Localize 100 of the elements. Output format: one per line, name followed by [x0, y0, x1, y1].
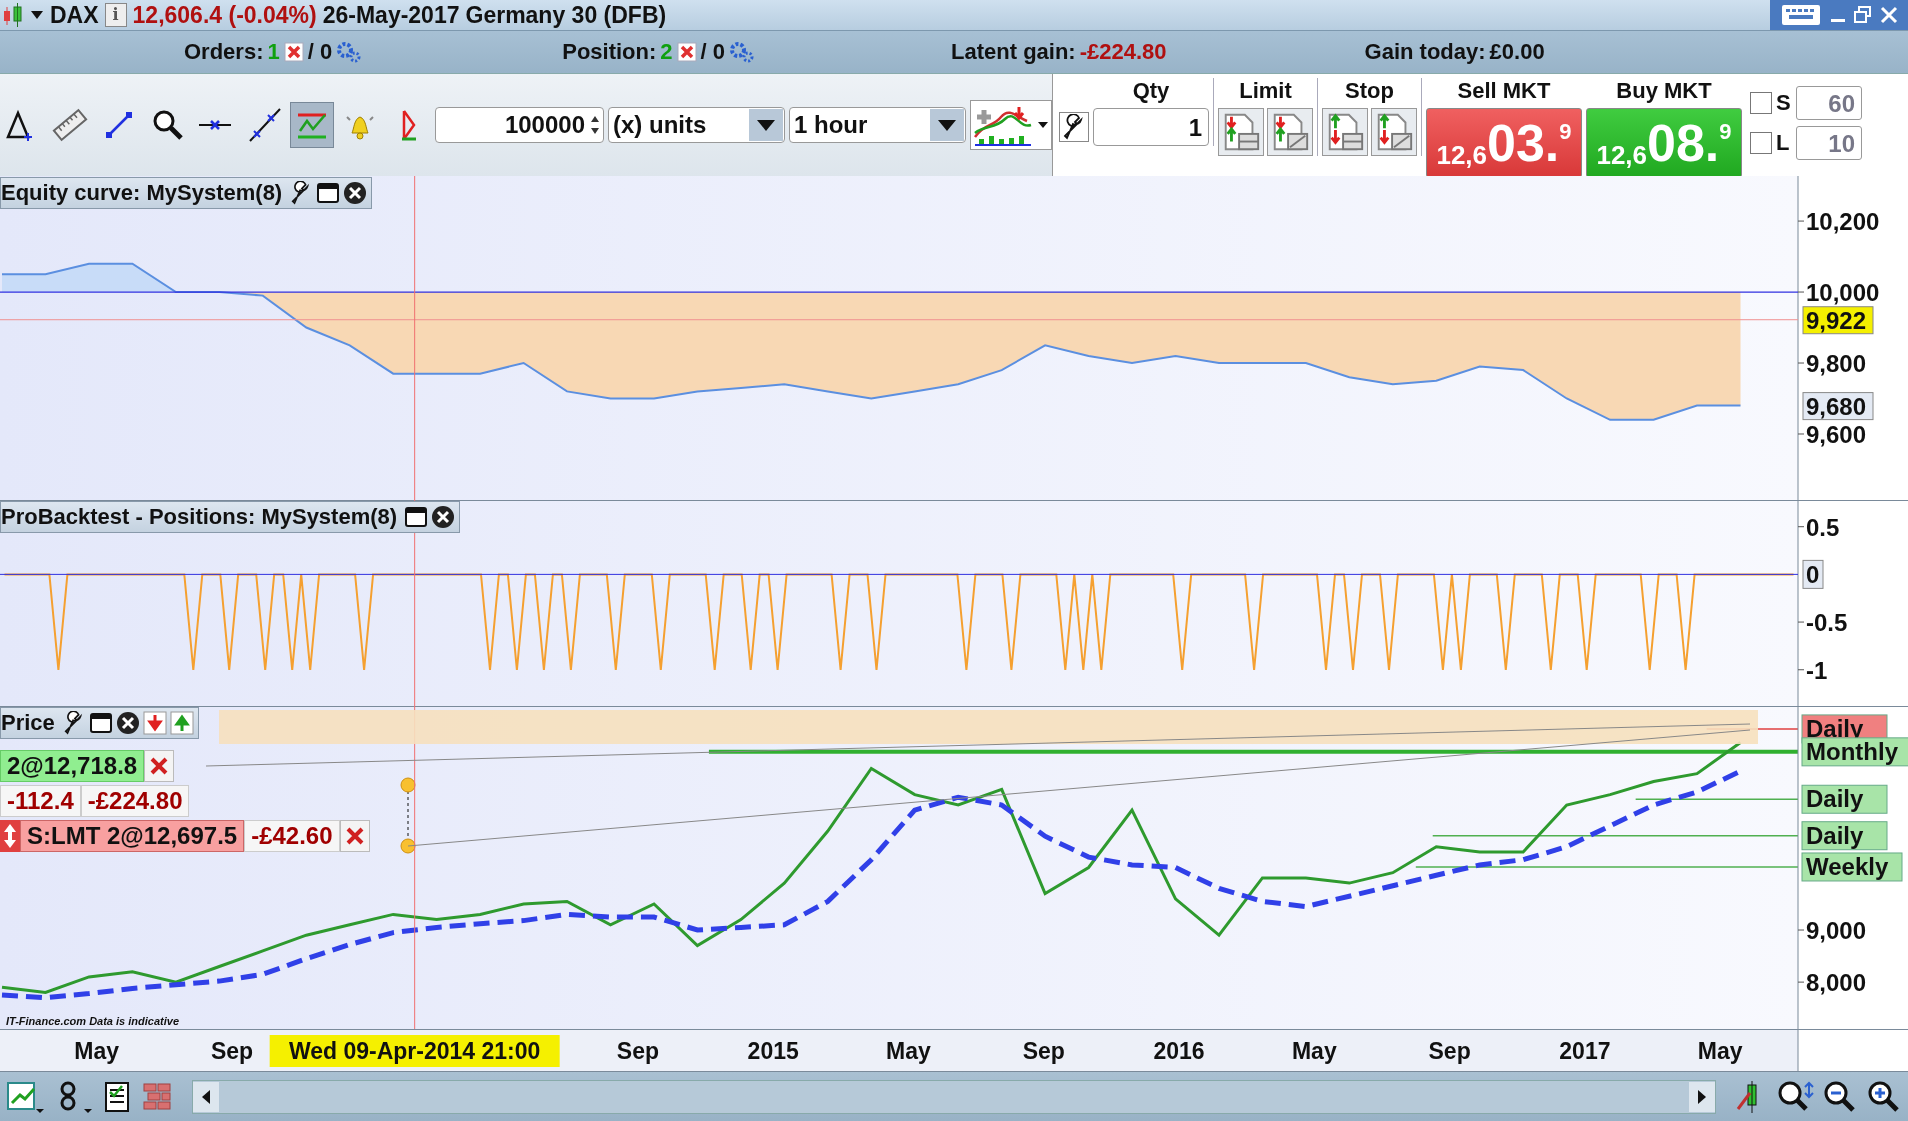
axis-label: 10,200	[1806, 208, 1880, 236]
axis-label: Sep	[1428, 1038, 1471, 1064]
distance-field[interactable]: 10	[1796, 126, 1862, 160]
axis-label: Sep	[1022, 1038, 1065, 1064]
window-icon[interactable]	[316, 181, 341, 205]
axis-label: 9,000	[1806, 917, 1867, 944]
axis-label: May	[1291, 1038, 1337, 1064]
close-icon	[149, 756, 170, 776]
axis-label: May	[1697, 1038, 1743, 1064]
stop-type-label: L	[1776, 130, 1791, 156]
close-icon	[344, 826, 365, 846]
level-tag: Monthly	[1801, 737, 1908, 767]
quantity-field[interactable]: 100000	[434, 107, 604, 143]
cancel-order-button[interactable]	[339, 820, 370, 852]
restore-icon[interactable]	[1854, 5, 1872, 25]
instrument-name: Germany 30 (DFB)	[465, 1, 667, 29]
last-value: 0	[1802, 559, 1824, 589]
axis-label: 9,800	[1806, 350, 1867, 377]
checkbox[interactable]	[1750, 132, 1772, 154]
stop-order-button[interactable]	[1371, 108, 1417, 156]
axis-label: -0.5	[1806, 609, 1848, 637]
pnl-value: -£42.60	[244, 820, 340, 852]
level-tag: Daily	[1801, 784, 1888, 814]
axis-label: 2016	[1153, 1038, 1205, 1064]
gears-icon[interactable]	[729, 41, 756, 63]
crosshair-value: 9,922	[1802, 306, 1874, 335]
orders-pending: / 0	[307, 39, 333, 65]
data-notice: IT-Finance.com Data is indicative	[6, 1015, 179, 1027]
stop-order-button[interactable]	[1322, 108, 1368, 156]
position-count: 2	[660, 39, 673, 65]
caret-icon[interactable]	[30, 10, 44, 20]
hline-icon	[198, 119, 233, 131]
gain-today-value: £0.00	[1489, 39, 1545, 65]
qty-field[interactable]: 1	[1093, 108, 1209, 146]
latent-gain-value: -£224.80	[1079, 39, 1167, 65]
position-tag[interactable]: 2@12,718.8	[0, 750, 145, 782]
close-icon[interactable]	[115, 711, 140, 735]
last-value: 9,680	[1802, 392, 1874, 421]
cancel-icon[interactable]	[283, 42, 304, 62]
price-change: 12,606.4 (-0.04%)	[132, 1, 317, 29]
limit-order-button[interactable]	[1218, 108, 1264, 156]
axis-label: -1	[1806, 656, 1828, 684]
move-handle[interactable]	[0, 820, 20, 852]
order-handle[interactable]	[400, 777, 416, 854]
symbol-name[interactable]: DAX	[50, 1, 99, 29]
axis-label: 9,600	[1806, 421, 1867, 448]
window-icon[interactable]	[88, 711, 113, 735]
indicator-button[interactable]	[970, 100, 1052, 150]
order-tag[interactable]: S:LMT 2@12,697.5	[20, 820, 245, 852]
axis-label: May	[74, 1038, 120, 1064]
orders-count: 1	[267, 39, 280, 65]
fib-icon	[399, 109, 418, 141]
level-tag: Daily	[1801, 821, 1888, 851]
axis-label: 2015	[747, 1038, 799, 1064]
limit-order-button[interactable]	[1267, 108, 1313, 156]
sell-label: Sell MKT	[1457, 78, 1551, 104]
points-value: -112.4	[0, 785, 81, 817]
stop-label: Stop	[1345, 78, 1394, 104]
notes-icon[interactable]	[102, 1079, 132, 1114]
panel-title: Equity curve: MySystem(8)	[1, 180, 284, 206]
info-button[interactable]: i	[104, 3, 127, 27]
limit-label: Limit	[1239, 78, 1292, 104]
panel-title: Price	[1, 710, 56, 736]
distance-field[interactable]: 60	[1796, 86, 1862, 120]
close-icon[interactable]	[343, 181, 368, 205]
close-icon[interactable]	[431, 505, 456, 529]
axis-label: Sep	[616, 1038, 659, 1064]
axis-label: May	[886, 1038, 931, 1064]
level-tag: Weekly	[1801, 852, 1903, 882]
gears-icon[interactable]	[336, 41, 363, 63]
caret-icon[interactable]	[1037, 120, 1049, 130]
quote-date: 26-May-2017	[322, 1, 460, 29]
latent-gain-label: Latent gain:	[951, 39, 1076, 65]
keyboard-icon[interactable]	[1780, 3, 1822, 27]
buy-label: Buy MKT	[1616, 78, 1712, 104]
scroll-right-button[interactable]	[1689, 1081, 1715, 1112]
orders-label: Orders:	[184, 39, 264, 65]
axis-label: 0.5	[1806, 513, 1840, 541]
checkbox[interactable]	[1750, 92, 1772, 114]
panel-title: ProBacktest - Positions: MySystem(8)	[1, 504, 399, 530]
close-position-button[interactable]	[144, 750, 175, 782]
timeframe-dropdown[interactable]: 1 hour	[789, 107, 966, 143]
stop-type-label: S	[1776, 90, 1792, 116]
cancel-icon[interactable]	[676, 42, 697, 62]
position-pending: / 0	[700, 39, 726, 65]
axis-label: 2017	[1559, 1038, 1611, 1064]
window-icon[interactable]	[404, 505, 429, 529]
axis-label: 10,000	[1806, 279, 1880, 307]
gain-today-label: Gain today:	[1364, 39, 1486, 65]
pnl-value: -£224.80	[80, 785, 190, 817]
crosshair-date: Wed 09-Apr-2014 21:00	[269, 1035, 560, 1067]
settings-button[interactable]	[1059, 112, 1089, 142]
axis-label: Sep	[210, 1038, 254, 1064]
units-dropdown[interactable]: (x) units	[608, 107, 785, 143]
qty-label: Qty	[1132, 78, 1170, 104]
position-label: Position:	[562, 39, 657, 65]
scroll-left-button[interactable]	[193, 1081, 219, 1112]
up-down-arrow-icon	[2, 822, 18, 850]
scrollbar[interactable]	[192, 1079, 1716, 1114]
candlestick-icon[interactable]	[2, 3, 24, 27]
